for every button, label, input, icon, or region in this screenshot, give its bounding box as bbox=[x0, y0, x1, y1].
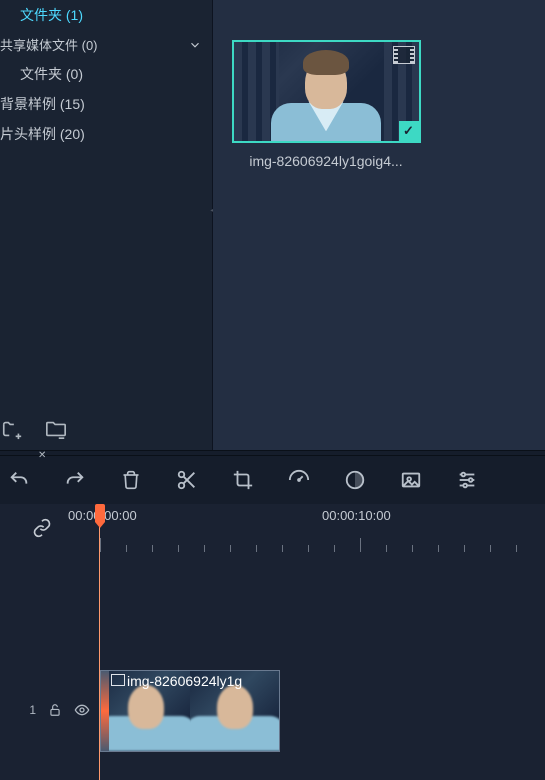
speed-button[interactable] bbox=[288, 469, 310, 491]
ruler-ticks bbox=[60, 536, 545, 552]
video-type-icon bbox=[393, 46, 415, 64]
tree-item-shared-media[interactable]: 共享媒体文件 (0) bbox=[0, 30, 212, 59]
split-button[interactable] bbox=[176, 469, 198, 491]
lock-icon[interactable] bbox=[48, 703, 62, 717]
tree-label: 背景样例 (15) bbox=[0, 94, 85, 114]
clip-name-label: img-82606924ly1g bbox=[127, 673, 242, 689]
timeline-clip[interactable]: img-82606924ly1g bbox=[100, 670, 280, 752]
undo-button[interactable] bbox=[8, 469, 30, 491]
clip-type-icon bbox=[111, 674, 125, 686]
adjust-button[interactable] bbox=[456, 469, 478, 491]
media-tree-sidebar: 文件夹 (1) 共享媒体文件 (0) 文件夹 (0) 背景样例 (15) 片头样… bbox=[0, 0, 213, 450]
link-toggle-icon[interactable] bbox=[32, 518, 52, 538]
tree-item-folder-0[interactable]: 文件夹 (0) bbox=[0, 59, 212, 89]
tree-label: 共享媒体文件 (0) bbox=[0, 35, 98, 54]
tree-label: 文件夹 (0) bbox=[20, 64, 83, 84]
visibility-icon[interactable] bbox=[74, 702, 90, 718]
color-button[interactable] bbox=[344, 469, 366, 491]
chevron-down-icon[interactable] bbox=[188, 38, 202, 52]
delete-folder-button[interactable]: ✕ bbox=[44, 418, 68, 442]
timeline-panel: 00:00:00:00 00:00:10:00 bbox=[0, 504, 545, 780]
timeline-toolbar bbox=[0, 456, 545, 504]
selected-checkmark-icon: ✓ bbox=[399, 121, 419, 141]
tree-label: 片头样例 (20) bbox=[0, 124, 85, 144]
track-header: 1 bbox=[0, 670, 100, 750]
delete-button[interactable] bbox=[120, 469, 142, 491]
timecode-mark: 00:00:10:00 bbox=[322, 508, 391, 523]
crop-button[interactable] bbox=[232, 469, 254, 491]
tree-label: 文件夹 (1) bbox=[20, 5, 83, 25]
redo-button[interactable] bbox=[64, 469, 86, 491]
clip-filename-label: img-82606924ly1goig4... bbox=[249, 153, 402, 169]
playhead[interactable] bbox=[99, 504, 101, 780]
clip-preview-image bbox=[234, 42, 419, 141]
tree-item-intro-samples[interactable]: 片头样例 (20) bbox=[0, 119, 212, 149]
tree-item-bg-samples[interactable]: 背景样例 (15) bbox=[0, 89, 212, 119]
add-folder-button[interactable] bbox=[0, 418, 24, 442]
timeline-ruler[interactable]: 00:00:00:00 00:00:10:00 bbox=[0, 504, 545, 552]
tree-item-folder-1[interactable]: 文件夹 (1) bbox=[0, 0, 212, 30]
media-clip-thumbnail[interactable]: ✓ img-82606924ly1goig4... bbox=[231, 40, 421, 169]
green-screen-button[interactable] bbox=[400, 469, 422, 491]
track-number: 1 bbox=[29, 703, 36, 717]
media-browser-panel: ✓ img-82606924ly1goig4... bbox=[213, 0, 545, 450]
